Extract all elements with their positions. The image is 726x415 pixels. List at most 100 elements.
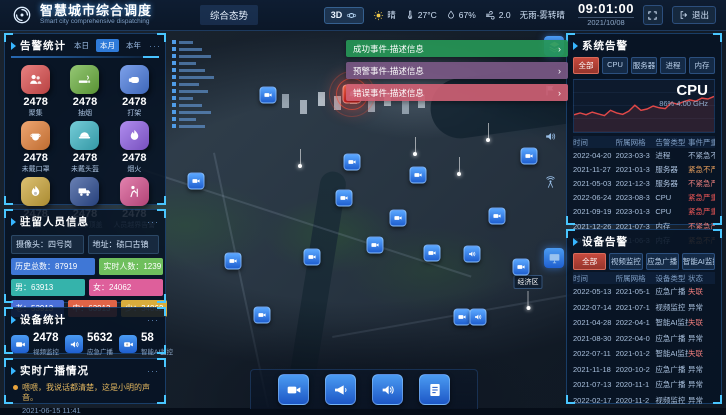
tab-overview[interactable]: 综合态势 bbox=[200, 5, 258, 25]
panel-title-arrow-icon bbox=[573, 238, 578, 246]
map-marker-camera[interactable] bbox=[336, 190, 353, 207]
panel-device-stats: 设备统计 ··· 2478 视频监控 5632 应急广播 58 智能AI监控 bbox=[4, 307, 166, 354]
device-alarm-tab[interactable]: 全部 bbox=[573, 253, 606, 270]
top-header-bar: 智慧城市综合调度 Smart city comprehensive dispat… bbox=[0, 0, 726, 31]
more-options-button[interactable]: ··· bbox=[149, 44, 161, 48]
map-poi[interactable] bbox=[413, 137, 417, 156]
fullscreen-button[interactable] bbox=[643, 5, 663, 25]
ai-camera-icon bbox=[119, 335, 137, 353]
table-row: 2021-09-192023-01-3 CPU紧急严重 bbox=[573, 205, 715, 219]
alarm-stat-item[interactable]: 2478 烟火 bbox=[110, 119, 159, 174]
map-marker-camera[interactable] bbox=[489, 208, 506, 225]
map-poi[interactable] bbox=[298, 149, 302, 168]
alarm-tab-本月[interactable]: 本月 bbox=[96, 39, 119, 52]
map-layer-list-item bbox=[172, 96, 193, 100]
poi-dot-icon bbox=[526, 306, 530, 310]
device-stat-label: 智能AI监控 bbox=[141, 346, 173, 356]
alarm-stat-value: 2478 bbox=[60, 96, 109, 108]
table-row: 2022-07-142021-07-1 视频监控异常 bbox=[573, 300, 715, 316]
device-stat-label: 视频监控 bbox=[33, 346, 59, 356]
broadcast-message: 喂喂，我说话都清楚，这是小明的声音。 bbox=[22, 383, 157, 404]
alarm-tab-本年[interactable]: 本年 bbox=[122, 39, 145, 52]
system-alarm-tab[interactable]: CPU bbox=[602, 57, 628, 74]
map-layer-list-item bbox=[172, 103, 202, 107]
mode-3d-label: 3D bbox=[331, 10, 343, 20]
sun-icon bbox=[373, 10, 384, 21]
map-marker-camera[interactable] bbox=[410, 167, 427, 184]
device-alarm-tab[interactable]: 视频监控 bbox=[609, 253, 642, 270]
map-marker-speaker[interactable] bbox=[470, 309, 487, 326]
alarm-stat-item[interactable]: 2478 未戴头盔 bbox=[60, 119, 109, 174]
device-stat-item: 58 智能AI监控 bbox=[119, 333, 173, 356]
more-options-button[interactable]: ··· bbox=[147, 318, 159, 322]
more-options-button[interactable]: ··· bbox=[147, 220, 159, 224]
event-toast[interactable]: 错误事件-描述信息 › bbox=[346, 84, 568, 101]
map-layer-list-item bbox=[172, 117, 196, 121]
alarm-stat-item[interactable]: 2478 打架 bbox=[110, 63, 159, 118]
alarm-stat-label: 未戴头盔 bbox=[60, 164, 109, 174]
alarm-stat-label: 未戴口罩 bbox=[11, 164, 60, 174]
toolbar-volume-icon[interactable] bbox=[372, 374, 403, 405]
mode-3d-toggle[interactable]: 3D bbox=[324, 7, 365, 24]
map-marker-camera[interactable] bbox=[304, 249, 321, 266]
mask-icon bbox=[21, 121, 50, 150]
device-alarm-tabs: 全部视频监控应急广播智能AI监控 bbox=[567, 251, 721, 272]
broadcast-timestamp: 2021-06-15 11:41 bbox=[5, 404, 165, 415]
map-marker-camera[interactable] bbox=[424, 245, 441, 262]
weather-sky: 晴 bbox=[373, 9, 396, 21]
alarm-stat-item[interactable]: 2478 抽烟 bbox=[60, 63, 109, 118]
monitor-icon[interactable] bbox=[544, 248, 564, 268]
weather-sky-label: 晴 bbox=[387, 9, 396, 21]
system-alarm-tab[interactable]: 进程 bbox=[660, 57, 686, 74]
alarm-tab-本日[interactable]: 本日 bbox=[70, 39, 93, 52]
alarm-stat-item[interactable]: 2478 未戴口罩 bbox=[11, 119, 60, 174]
map-marker-camera[interactable] bbox=[254, 307, 271, 324]
map-marker-camera[interactable] bbox=[188, 173, 205, 190]
helmet-icon bbox=[70, 121, 99, 150]
map-poi[interactable] bbox=[457, 157, 461, 176]
more-options-button[interactable]: ··· bbox=[147, 369, 159, 373]
buildings-cluster bbox=[318, 92, 325, 106]
event-toast[interactable]: 成功事件-描述信息 › bbox=[346, 40, 568, 57]
map-poi[interactable] bbox=[486, 123, 490, 142]
panel-title-arrow-icon bbox=[11, 316, 16, 324]
map-marker-camera[interactable] bbox=[225, 253, 242, 270]
system-alarm-tab[interactable]: 内存 bbox=[689, 57, 715, 74]
toolbar-report-icon[interactable] bbox=[419, 374, 450, 405]
map-marker-camera[interactable] bbox=[390, 210, 407, 227]
map-layer-list-item bbox=[172, 89, 208, 93]
map-marker-camera[interactable] bbox=[367, 237, 384, 254]
map-marker-camera[interactable] bbox=[513, 259, 530, 276]
device-alarm-tab[interactable]: 应急广播 bbox=[646, 253, 679, 270]
table-row: 2021-04-282022-04-1 智能AI监控失联 bbox=[573, 315, 715, 331]
radio-tower-icon[interactable] bbox=[544, 176, 557, 189]
logout-button[interactable]: 退出 bbox=[672, 6, 716, 24]
map-marker-speaker[interactable] bbox=[464, 246, 481, 263]
system-alarm-tab[interactable]: 全部 bbox=[573, 57, 599, 74]
table-row: 2022-04-202023-03-3 进程不紧急不严重 bbox=[573, 148, 715, 162]
map-layer-list-item bbox=[172, 47, 202, 51]
map-marker-camera[interactable] bbox=[344, 154, 361, 171]
event-toast-text: 错误事件-描述信息 bbox=[353, 87, 424, 99]
personnel-stat-chip: 男：63913 bbox=[11, 279, 85, 296]
crowd-icon bbox=[21, 65, 50, 94]
personnel-stat-chip: 实时人数：1239 bbox=[99, 258, 163, 275]
device-stats-row: 2478 视频监控 5632 应急广播 58 智能AI监控 bbox=[5, 329, 165, 360]
event-toast[interactable]: 预警事件-描述信息 › bbox=[346, 62, 568, 79]
speaker-icon[interactable] bbox=[544, 130, 557, 143]
wind-icon bbox=[485, 10, 496, 21]
device-stat-item: 2478 视频监控 bbox=[11, 333, 59, 356]
alarm-stat-item[interactable]: 2478 聚集 bbox=[11, 63, 60, 118]
map-marker-camera[interactable] bbox=[454, 309, 471, 326]
map-marker-camera[interactable] bbox=[260, 87, 277, 104]
device-alarm-tab[interactable]: 智能AI监控 bbox=[682, 253, 715, 270]
toolbar-megaphone-icon[interactable] bbox=[325, 374, 356, 405]
system-alarm-tab[interactable]: 服务器 bbox=[631, 57, 657, 74]
broadcast-bullet-icon bbox=[13, 385, 18, 390]
orbit-icon bbox=[346, 10, 357, 21]
alarm-stat-label: 抽烟 bbox=[60, 108, 109, 118]
toolbar-video-camera-icon[interactable] bbox=[278, 374, 309, 405]
map-marker-camera[interactable] bbox=[521, 148, 538, 165]
device-stat-value: 58 bbox=[141, 333, 173, 345]
map-poi[interactable]: 经济区 bbox=[514, 271, 543, 310]
